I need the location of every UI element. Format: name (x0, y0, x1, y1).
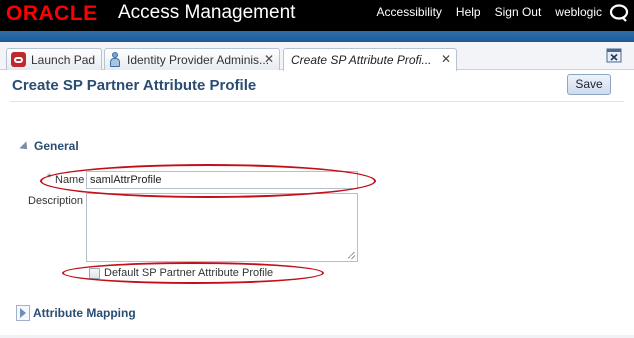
header-band (0, 31, 634, 42)
identity-provider-icon (109, 51, 121, 68)
close-tab-icon[interactable]: ✕ (264, 52, 274, 66)
description-label: Description (28, 195, 84, 207)
section-general[interactable]: General (19, 139, 79, 153)
launch-pad-icon (11, 52, 26, 67)
resize-grip-icon[interactable] (348, 252, 355, 259)
accessibility-link[interactable]: Accessibility (377, 5, 442, 19)
page-title: Create SP Partner Attribute Profile (12, 77, 257, 94)
expand-triangle-icon (16, 305, 30, 321)
divider (10, 101, 624, 102)
annotation-ellipse (62, 262, 324, 284)
oracle-logo: ORACLE (6, 2, 98, 25)
section-attribute-mapping[interactable]: Attribute Mapping (16, 305, 136, 321)
annotation-ellipse (40, 164, 376, 198)
close-tab-icon[interactable]: ✕ (441, 52, 451, 66)
sign-out-link[interactable]: Sign Out (495, 5, 542, 19)
tab-create-sp-attribute-profile[interactable]: Create SP Attribute Profi... ✕ (283, 48, 457, 71)
description-textarea[interactable] (86, 193, 358, 262)
top-header: ORACLE Access Management Accessibility H… (0, 0, 634, 31)
search-ring-icon[interactable] (609, 4, 629, 22)
current-user: weblogic (555, 5, 602, 19)
tab-launch-pad[interactable]: Launch Pad (6, 48, 102, 70)
section-label: General (34, 139, 79, 153)
help-link[interactable]: Help (456, 5, 481, 19)
app-title: Access Management (118, 2, 296, 23)
tab-label: Identity Provider Adminis... (127, 52, 270, 67)
tab-label: Launch Pad (31, 52, 96, 67)
save-button[interactable]: Save (567, 74, 611, 95)
tab-bar: Launch Pad Identity Provider Adminis... … (0, 42, 634, 71)
collapse-triangle-icon (19, 141, 31, 153)
tab-identity-provider[interactable]: Identity Provider Adminis... ✕ (104, 48, 280, 70)
close-page-icon[interactable] (606, 47, 622, 63)
section-label: Attribute Mapping (33, 306, 136, 320)
header-links: Accessibility Help Sign Out weblogic (377, 5, 602, 19)
tab-label: Create SP Attribute Profi... (291, 53, 432, 67)
